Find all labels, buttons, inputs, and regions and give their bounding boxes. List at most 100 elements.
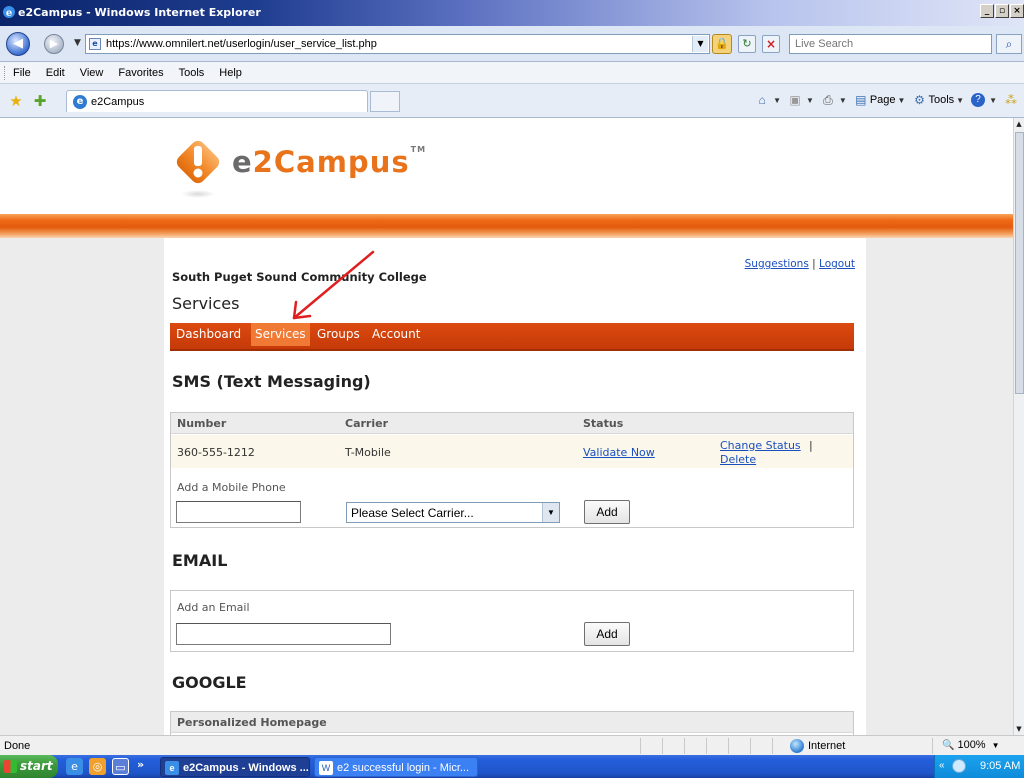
task-ie-icon: e	[165, 761, 179, 775]
start-button[interactable]: start	[0, 755, 58, 778]
change-status-link[interactable]: Change Status	[720, 439, 801, 452]
help-icon: ?	[971, 93, 986, 107]
zoom-dropdown-icon[interactable]: ▼	[992, 741, 1000, 750]
phone-number: 360-555-1212	[177, 446, 255, 459]
menu-edit[interactable]: Edit	[46, 67, 65, 79]
carrier-value: T-Mobile	[345, 446, 391, 459]
row-separator: |	[809, 439, 813, 452]
home-icon: ⌂	[758, 93, 766, 107]
help-menu[interactable]: ? ▼	[971, 93, 997, 107]
tray-expand-icon[interactable]: «	[939, 760, 945, 771]
e2campus-logo-icon	[172, 136, 224, 188]
tab-e2campus[interactable]: e e2Campus	[66, 90, 368, 112]
favorites-star-icon[interactable]: ★	[8, 93, 24, 109]
url-field[interactable]: e https://www.omnilert.net/userlogin/use…	[85, 34, 710, 54]
mobile-phone-input[interactable]	[177, 502, 300, 522]
stop-icon[interactable]: ×	[762, 35, 780, 53]
chevron-down-icon[interactable]: ▼	[542, 503, 559, 522]
table-row: 360-555-1212 T-Mobile Validate Now Chang…	[171, 435, 853, 468]
svg-text:e: e	[6, 8, 12, 19]
refresh-icon[interactable]: ↻	[738, 35, 756, 53]
google-box: Personalized Homepage	[170, 711, 854, 735]
security-lock-icon[interactable]: 🔒	[712, 34, 732, 54]
tab-label: e2Campus	[91, 96, 145, 108]
search-icon[interactable]: ⌕	[996, 34, 1022, 54]
add-email-label: Add an Email	[177, 601, 250, 614]
minimize-button[interactable]: _	[980, 4, 994, 18]
page-icon: ▤	[855, 93, 867, 107]
back-button[interactable]: ◀	[6, 32, 30, 56]
home-button[interactable]: ⌂ ▼	[755, 93, 781, 107]
personalized-homepage-header: Personalized Homepage	[177, 716, 327, 729]
address-toolbar: ◀ ▶ ▼ e https://www.omnilert.net/userlog…	[0, 26, 1024, 62]
quicklaunch-ie-icon[interactable]: e	[66, 758, 83, 775]
url-dropdown-icon[interactable]: ▼	[692, 36, 708, 52]
network-icon[interactable]	[952, 759, 966, 773]
orange-header-band	[0, 214, 1013, 238]
zoom-level: 100%	[957, 739, 986, 751]
zoom-control[interactable]: 🔍 100% ▼	[942, 739, 1000, 751]
menu-favorites[interactable]: Favorites	[118, 67, 163, 79]
google-table-header: Personalized Homepage	[171, 712, 853, 733]
carrier-select[interactable]: Please Select Carrier... ▼	[346, 502, 560, 523]
annotation-arrow	[280, 246, 380, 329]
suggestions-link[interactable]: Suggestions	[745, 258, 809, 270]
add-favorite-icon[interactable]: ✚	[32, 93, 48, 109]
maximize-button[interactable]: ▫	[995, 4, 1009, 18]
col-status: Status	[583, 417, 624, 430]
task-word-icon: W	[319, 761, 333, 775]
scroll-down-icon[interactable]: ▼	[1014, 723, 1024, 735]
windows-flag-icon	[4, 760, 17, 773]
tools-gear-icon: ⚙	[914, 93, 925, 107]
forward-button[interactable]: ▶	[44, 34, 64, 54]
validate-now-link[interactable]: Validate Now	[583, 446, 655, 459]
logo-shadow	[181, 190, 215, 198]
security-zone: Internet	[790, 739, 845, 753]
email-section-title: EMAIL	[172, 551, 228, 570]
nav-dashboard[interactable]: Dashboard	[172, 323, 245, 346]
email-input[interactable]	[177, 624, 390, 644]
tab-ie-icon: e	[73, 95, 87, 109]
sms-table-header: Number Carrier Status	[171, 413, 853, 434]
scroll-thumb[interactable]	[1015, 132, 1024, 394]
print-button[interactable]: ⎙ ▼	[821, 93, 847, 107]
new-tab-button[interactable]	[370, 91, 400, 112]
quicklaunch-media-icon[interactable]: ◎	[89, 758, 106, 775]
menu-bar: File Edit View Favorites Tools Help	[0, 62, 1024, 84]
logout-link[interactable]: Logout	[819, 258, 855, 270]
delete-link[interactable]: Delete	[720, 453, 756, 466]
search-field[interactable]	[789, 34, 992, 54]
e2campus-logo-text: e2CampusTM	[232, 145, 427, 179]
quicklaunch-desktop-icon[interactable]: ▭	[112, 758, 129, 775]
page-scrollbar[interactable]: ▲ ▼	[1013, 118, 1024, 735]
menu-file[interactable]: File	[13, 67, 31, 79]
mobile-phone-field[interactable]	[176, 501, 301, 523]
add-email-button[interactable]: Add	[584, 622, 630, 646]
research-icon[interactable]: ⁂	[1004, 93, 1020, 107]
status-text: Done	[4, 740, 31, 752]
feeds-icon: ▣	[789, 93, 801, 107]
web-viewport: e2CampusTM Suggestions | Logout South Pu…	[0, 118, 1013, 735]
scroll-up-icon[interactable]: ▲	[1014, 118, 1024, 130]
menu-tools[interactable]: Tools	[179, 67, 205, 79]
task-ie-window[interactable]: e e2Campus - Windows ...	[160, 757, 310, 777]
task-word-window[interactable]: W e2 successful login - Micr...	[314, 757, 478, 777]
carrier-select-value: Please Select Carrier...	[351, 506, 474, 520]
close-button[interactable]: ×	[1010, 4, 1024, 18]
zone-label: Internet	[808, 740, 846, 752]
add-mobile-label: Add a Mobile Phone	[177, 481, 286, 494]
menu-view[interactable]: View	[80, 67, 104, 79]
system-tray: « 9:05 AM	[934, 755, 1024, 778]
sms-section-title: SMS (Text Messaging)	[172, 372, 371, 391]
page-menu[interactable]: ▤ Page ▼	[854, 93, 905, 107]
feeds-button[interactable]: ▣ ▼	[788, 93, 814, 107]
search-input[interactable]	[790, 35, 991, 53]
site-nav: Dashboard Services Groups Account	[170, 323, 854, 351]
history-dropdown-icon[interactable]: ▼	[74, 38, 81, 48]
add-phone-button[interactable]: Add	[584, 500, 630, 524]
col-carrier: Carrier	[345, 417, 389, 430]
menu-help[interactable]: Help	[219, 67, 242, 79]
tools-menu[interactable]: ⚙ Tools ▼	[912, 93, 964, 107]
email-field[interactable]	[176, 623, 391, 645]
quicklaunch-more-icon[interactable]: »	[137, 758, 144, 771]
